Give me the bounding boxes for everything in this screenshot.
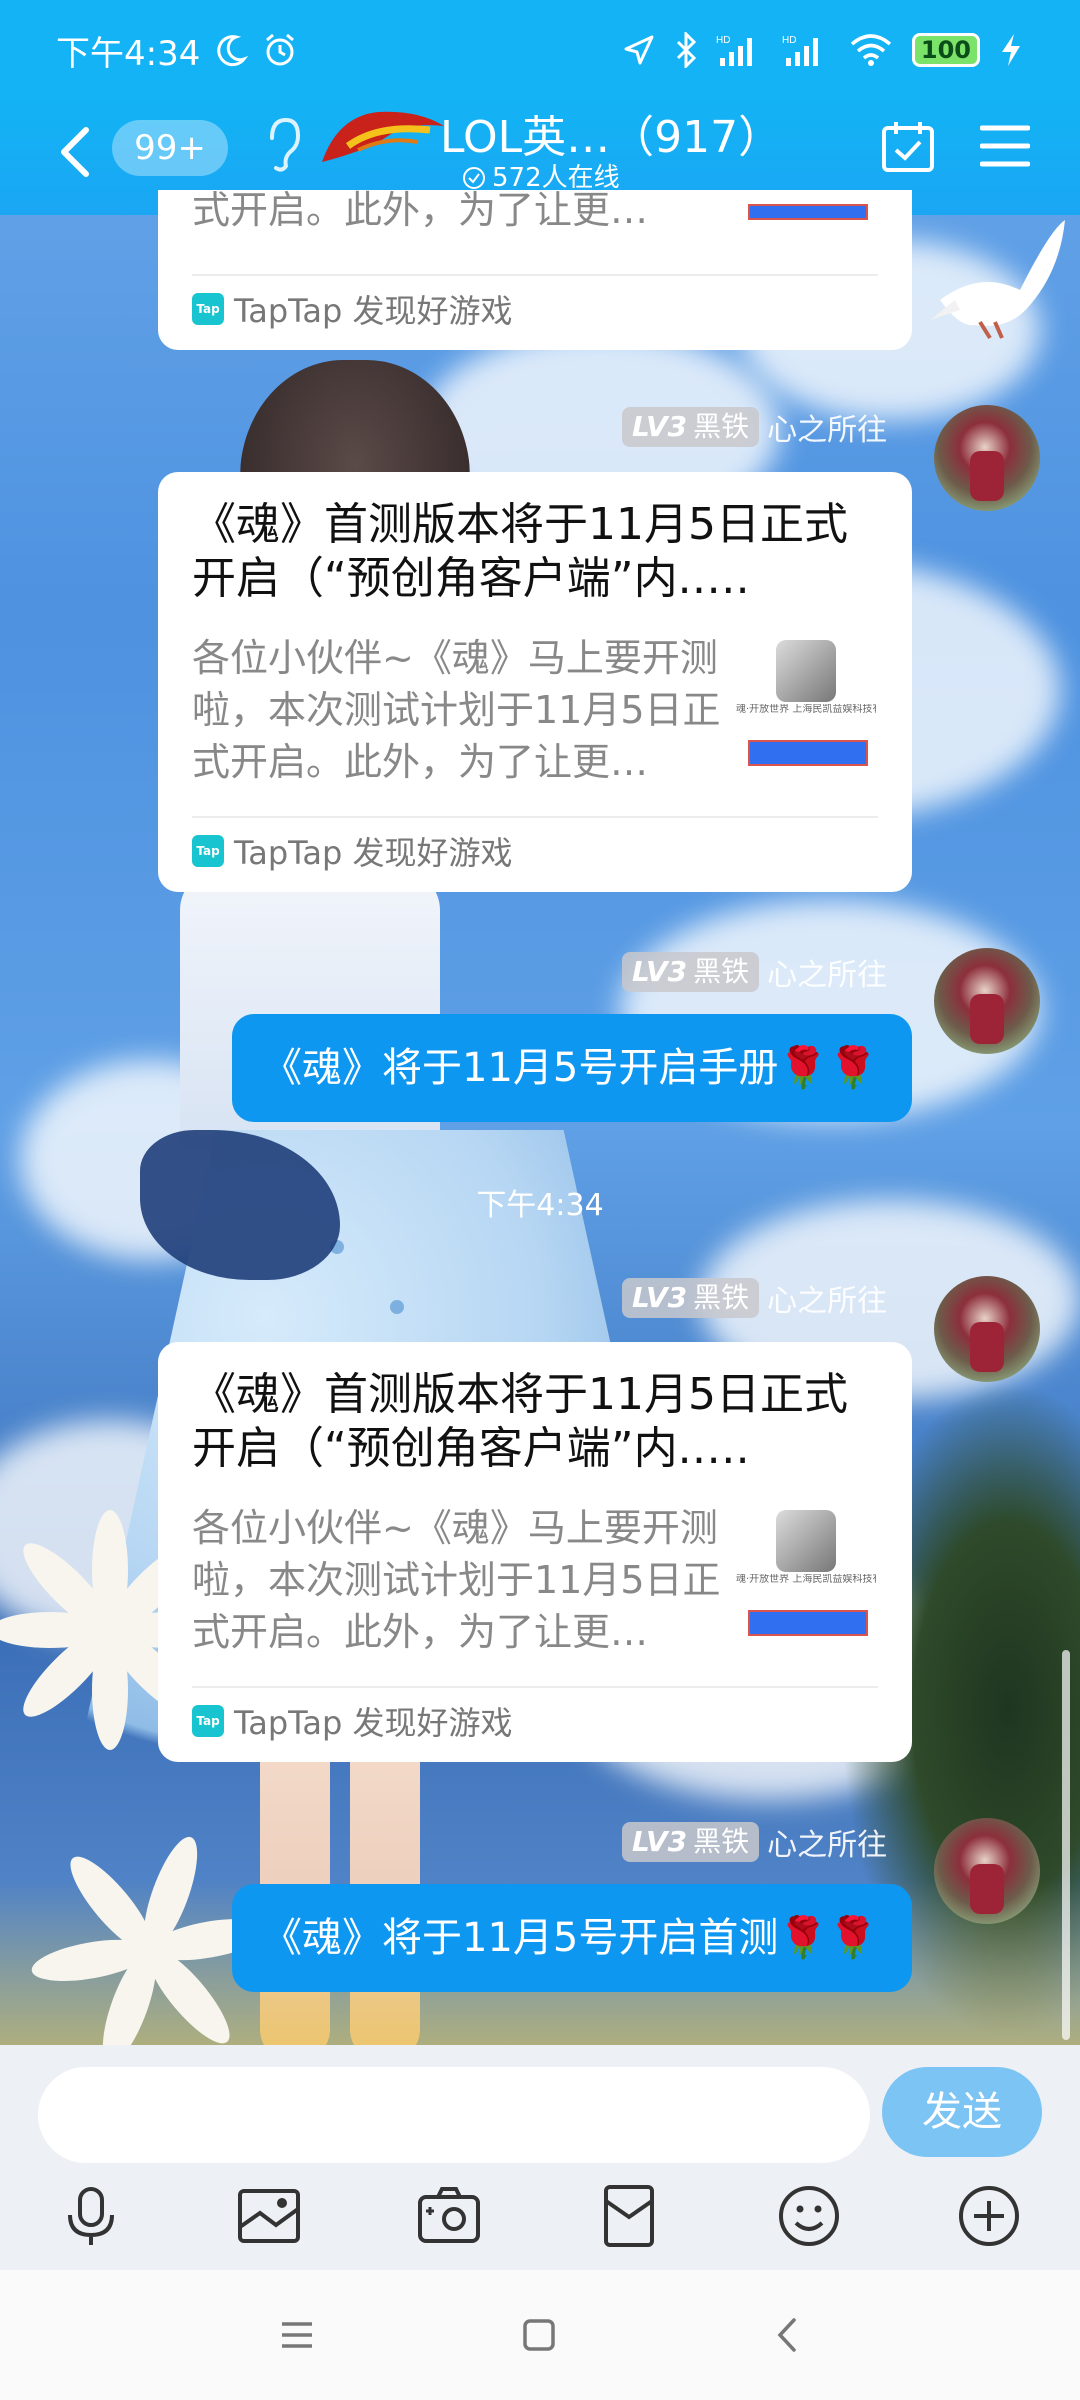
signal-icon: HD <box>716 35 752 66</box>
card-description: 式开启。此外，为了让更… <box>192 190 649 232</box>
card-source-text: TapTap 发现好游戏 <box>234 834 513 872</box>
avatar[interactable] <box>934 1276 1040 1382</box>
battery-indicator: 100 <box>911 33 980 67</box>
bluetooth-icon <box>676 32 697 68</box>
wifi-icon <box>850 34 892 66</box>
svg-text:HD: HD <box>716 35 730 46</box>
level-badge: LV3 黑铁 <box>622 407 760 447</box>
message-input[interactable] <box>38 2067 870 2163</box>
card-thumbnail: 魂·开放世界 上海民凯益娱科技有限公司 for ll <box>736 640 876 790</box>
group-logo <box>322 111 444 162</box>
card-source-text: TapTap 发现好游戏 <box>234 1704 513 1742</box>
image-icon[interactable] <box>236 2183 302 2249</box>
svg-text:HD: HD <box>782 35 796 46</box>
link-card[interactable]: 《魂》首测版本将于11月5日正式开启（“预创角客户端”内.…. 各位小伙伴~《魂… <box>158 1342 912 1762</box>
thumb-button <box>748 204 868 220</box>
card-thumbnail: 魂·开放世界 上海民凯益娱科技有限公司 for ll <box>736 1510 876 1660</box>
check-circle-icon <box>463 167 485 189</box>
ear-icon[interactable] <box>262 114 302 174</box>
calendar-check-icon[interactable] <box>880 118 936 174</box>
card-source: Tap TapTap 发现好游戏 <box>192 1698 513 1744</box>
taptap-icon: Tap <box>192 1705 224 1737</box>
sender-meta: LV3 黑铁 心之所往 <box>622 1276 887 1320</box>
home-icon[interactable] <box>514 2310 564 2360</box>
back-icon[interactable] <box>764 2310 814 2360</box>
card-source-text: TapTap 发现好游戏 <box>234 292 513 330</box>
signal-icon-2: HD <box>782 35 818 66</box>
avatar[interactable] <box>934 1818 1040 1924</box>
text-message-bubble[interactable]: 《魂》将于11月5号开启手册🌹🌹 <box>232 1014 912 1122</box>
microphone-icon[interactable] <box>58 2183 124 2249</box>
level-badge: LV3 黑铁 <box>622 952 760 992</box>
card-description: 各位小伙伴~《魂》马上要开测啦，本次测试计划于11月5日正式开启。此外，为了让更… <box>192 636 721 784</box>
sender-nickname[interactable]: 心之所往 <box>767 1820 887 1864</box>
sender-nickname[interactable]: 心之所往 <box>767 950 887 994</box>
chevron-left-icon[interactable] <box>56 122 96 182</box>
card-source: Tap TapTap 发现好游戏 <box>192 286 513 332</box>
message-composer: 发送 <box>0 2045 1080 2270</box>
level-badge: LV3 黑铁 <box>622 1278 760 1318</box>
card-description: 各位小伙伴~《魂》马上要开测啦，本次测试计划于11月5日正式开启。此外，为了让更… <box>192 1506 721 1654</box>
scrollbar[interactable] <box>1062 1650 1070 2040</box>
thumb-button <box>748 1610 868 1636</box>
level-badge: LV3 黑铁 <box>622 1822 760 1862</box>
sender-meta: LV3 黑铁 心之所往 <box>622 950 887 994</box>
send-button[interactable]: 发送 <box>882 2067 1042 2157</box>
thumb-caption: 魂·开放世界 上海民凯益娱科技有限公司 for ll <box>736 704 876 715</box>
sender-meta: LV3 黑铁 心之所往 <box>622 405 887 449</box>
card-title: 《魂》首测版本将于11月5日正式开启（“预创角客户端”内.…. <box>192 1369 848 1474</box>
menu-icon[interactable] <box>980 124 1030 168</box>
status-bar: 下午4:34 HD HD 100 <box>0 0 1080 100</box>
sender-nickname[interactable]: 心之所往 <box>767 405 887 449</box>
charging-icon <box>1002 34 1020 66</box>
thumb-button <box>748 740 868 766</box>
text-message-bubble[interactable]: 《魂》将于11月5号开启首测🌹🌹 <box>232 1884 912 1992</box>
sender-nickname[interactable]: 心之所往 <box>767 1276 887 1320</box>
link-card[interactable]: 式开启。此外，为了让更… Tap TapTap 发现好游戏 <box>158 190 912 350</box>
system-navigation-bar <box>0 2270 1080 2400</box>
thumb-caption: 魂·开放世界 上海民凯益娱科技有限公司 for ll <box>736 1574 876 1585</box>
camera-icon[interactable] <box>416 2183 482 2249</box>
card-source: Tap TapTap 发现好游戏 <box>192 828 513 874</box>
alarm-icon <box>266 33 295 66</box>
plus-icon[interactable] <box>956 2183 1022 2249</box>
link-card[interactable]: 《魂》首测版本将于11月5日正式开启（“预创角客户端”内.…. 各位小伙伴~《魂… <box>158 472 912 892</box>
message-timestamp: 下午4:34 <box>476 1188 604 1223</box>
status-time: 下午4:34 <box>56 33 201 74</box>
moon-icon <box>217 35 249 67</box>
taptap-icon: Tap <box>192 293 224 325</box>
emoji-icon[interactable] <box>776 2183 842 2249</box>
avatar[interactable] <box>934 405 1040 511</box>
game-icon <box>776 1510 836 1572</box>
location-icon <box>624 35 654 65</box>
taptap-icon: Tap <box>192 835 224 867</box>
recent-apps-icon[interactable] <box>272 2310 322 2360</box>
red-packet-icon[interactable] <box>596 2183 662 2249</box>
unread-badge[interactable]: 99+ <box>112 120 228 176</box>
avatar[interactable] <box>934 948 1040 1054</box>
card-title: 《魂》首测版本将于11月5日正式开启（“预创角客户端”内.…. <box>192 499 848 604</box>
game-icon <box>776 640 836 702</box>
sender-meta: LV3 黑铁 心之所往 <box>622 1820 887 1864</box>
